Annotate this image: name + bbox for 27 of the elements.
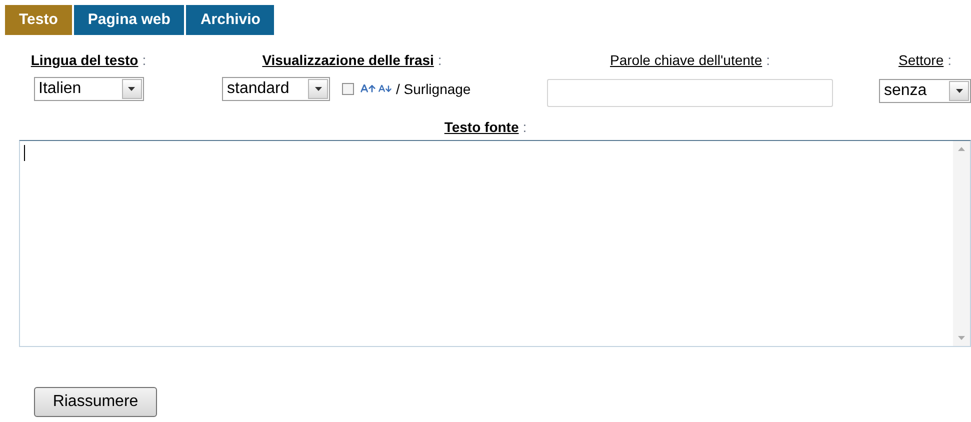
scrollbar[interactable] bbox=[953, 141, 970, 346]
caret-icon bbox=[949, 81, 969, 101]
label-colon: : bbox=[766, 51, 770, 70]
tab[interactable]: Testo bbox=[5, 5, 72, 35]
field-label: Settore bbox=[898, 51, 944, 70]
field-label: Visualizzazione delle frasi bbox=[262, 51, 434, 70]
dropdown[interactable]: senza bbox=[879, 79, 971, 103]
scroll-up-icon[interactable] bbox=[958, 147, 965, 151]
summarize-button[interactable]: Riassumere bbox=[34, 387, 157, 417]
caret-icon bbox=[122, 79, 142, 99]
tab[interactable]: Pagina web bbox=[74, 5, 184, 35]
tab[interactable]: Archivio bbox=[186, 5, 274, 35]
field-label: Lingua del testo bbox=[30, 51, 138, 70]
label-colon: : bbox=[438, 51, 442, 70]
label-colon: : bbox=[522, 118, 527, 137]
highlight-checkbox[interactable] bbox=[342, 83, 354, 95]
source-text-area[interactable] bbox=[19, 140, 971, 347]
caret-icon bbox=[308, 79, 328, 99]
scroll-down-icon[interactable] bbox=[958, 336, 965, 340]
dropdown[interactable]: standard bbox=[222, 77, 330, 101]
label-colon: : bbox=[142, 51, 146, 70]
label-colon: : bbox=[948, 51, 952, 70]
dropdown[interactable]: Italien bbox=[34, 77, 144, 101]
field-label: Parole chiave dell'utente bbox=[610, 51, 762, 70]
highlight-label: / Surlignage bbox=[396, 80, 471, 99]
field-label: Testo fonte bbox=[444, 118, 519, 137]
keywords-field[interactable] bbox=[547, 79, 833, 107]
